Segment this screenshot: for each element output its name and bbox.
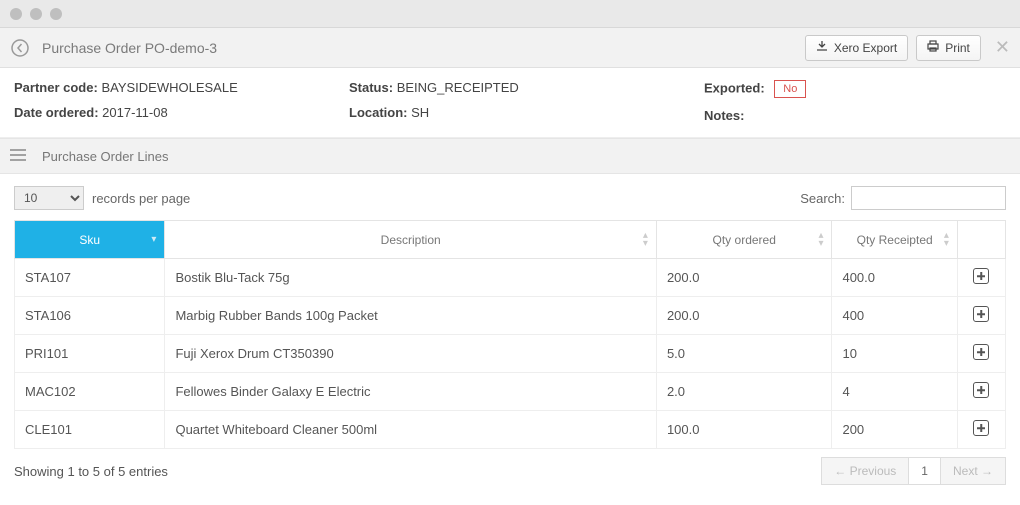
cell-qty-ordered: 5.0 — [656, 335, 832, 373]
value: BAYSIDEWHOLESALE — [101, 80, 237, 95]
next-button[interactable]: Next → — [941, 457, 1006, 485]
print-icon — [927, 40, 939, 55]
title-bar: Purchase Order PO-demo-3 Xero Export Pri… — [0, 28, 1020, 68]
table-controls: 10 records per page Search: — [14, 186, 1006, 210]
cell-sku: MAC102 — [15, 373, 165, 411]
cell-qty-receipted: 400.0 — [832, 259, 957, 297]
table-row: PRI101Fuji Xerox Drum CT3503905.010 — [15, 335, 1006, 373]
menu-icon[interactable] — [10, 149, 28, 164]
button-label: Print — [945, 41, 970, 55]
cell-description: Quartet Whiteboard Cleaner 500ml — [165, 411, 656, 449]
page-title: Purchase Order PO-demo-3 — [42, 40, 797, 56]
window-dot — [50, 8, 62, 20]
cell-sku: STA106 — [15, 297, 165, 335]
label: Date ordered: — [14, 105, 99, 120]
add-icon[interactable] — [973, 382, 989, 398]
window-dot — [10, 8, 22, 20]
xero-export-button[interactable]: Xero Export — [805, 35, 908, 61]
col-header-description[interactable]: Description ▴▾ — [165, 221, 656, 259]
notes-row: Notes: — [704, 108, 1006, 123]
value: BEING_RECEIPTED — [397, 80, 519, 95]
value: 2017-11-08 — [102, 105, 168, 120]
sort-down-icon: ▾ — [151, 236, 156, 244]
table-row: CLE101Quartet Whiteboard Cleaner 500ml10… — [15, 411, 1006, 449]
exported-row: Exported: No — [704, 80, 1006, 98]
table-row: STA107Bostik Blu-Tack 75g200.0400.0 — [15, 259, 1006, 297]
exported-badge: No — [774, 80, 806, 98]
add-icon[interactable] — [973, 344, 989, 360]
label: Notes: — [704, 108, 744, 123]
table-row: MAC102Fellowes Binder Galaxy E Electric2… — [15, 373, 1006, 411]
add-icon[interactable] — [973, 420, 989, 436]
cell-description: Fuji Xerox Drum CT350390 — [165, 335, 656, 373]
cell-qty-ordered: 2.0 — [656, 373, 832, 411]
col-header-qty-ordered[interactable]: Qty ordered ▴▾ — [656, 221, 832, 259]
lines-table: Sku ▾ Description ▴▾ Qty ordered ▴▾ Qty … — [14, 220, 1006, 449]
close-icon[interactable]: ✕ — [995, 37, 1010, 58]
label: Location: — [349, 105, 408, 120]
section-title: Purchase Order Lines — [42, 149, 168, 164]
col-header-sku[interactable]: Sku ▾ — [15, 221, 165, 259]
location-row: Location: SH — [349, 105, 704, 120]
back-icon[interactable] — [10, 38, 30, 58]
cell-qty-receipted: 400 — [832, 297, 957, 335]
sort-icon: ▴▾ — [643, 232, 648, 248]
download-icon — [816, 40, 828, 55]
label: Partner code: — [14, 80, 98, 95]
window-chrome — [0, 0, 1020, 28]
value: SH — [411, 105, 429, 120]
date-ordered-row: Date ordered: 2017-11-08 — [14, 105, 349, 120]
cell-qty-ordered: 200.0 — [656, 259, 832, 297]
cell-qty-ordered: 200.0 — [656, 297, 832, 335]
info-panel: Partner code: BAYSIDEWHOLESALE Date orde… — [0, 68, 1020, 138]
label: Status: — [349, 80, 393, 95]
col-header-actions — [957, 221, 1005, 259]
sort-icon: ▴▾ — [944, 232, 949, 248]
window-dot — [30, 8, 42, 20]
cell-qty-receipted: 4 — [832, 373, 957, 411]
add-icon[interactable] — [973, 306, 989, 322]
cell-qty-ordered: 100.0 — [656, 411, 832, 449]
sort-icon: ▴▾ — [818, 232, 823, 248]
entries-summary: Showing 1 to 5 of 5 entries — [14, 464, 168, 479]
cell-sku: CLE101 — [15, 411, 165, 449]
status-row: Status: BEING_RECEIPTED — [349, 80, 704, 95]
col-header-qty-receipted[interactable]: Qty Receipted ▴▾ — [832, 221, 957, 259]
previous-button[interactable]: ← Previous — [821, 457, 909, 485]
section-header: Purchase Order Lines — [0, 138, 1020, 174]
add-icon[interactable] — [973, 268, 989, 284]
records-label: records per page — [92, 191, 190, 206]
button-label: Xero Export — [834, 41, 897, 55]
cell-qty-receipted: 200 — [832, 411, 957, 449]
search-label: Search: — [800, 191, 845, 206]
cell-sku: PRI101 — [15, 335, 165, 373]
table-row: STA106Marbig Rubber Bands 100g Packet200… — [15, 297, 1006, 335]
cell-description: Bostik Blu-Tack 75g — [165, 259, 656, 297]
partner-code-row: Partner code: BAYSIDEWHOLESALE — [14, 80, 349, 95]
cell-sku: STA107 — [15, 259, 165, 297]
pager: ← Previous 1 Next → — [821, 457, 1006, 485]
page-button-1[interactable]: 1 — [909, 457, 941, 485]
search-input[interactable] — [851, 186, 1006, 210]
cell-description: Marbig Rubber Bands 100g Packet — [165, 297, 656, 335]
label: Exported: — [704, 80, 765, 95]
print-button[interactable]: Print — [916, 35, 981, 61]
cell-description: Fellowes Binder Galaxy E Electric — [165, 373, 656, 411]
records-per-page-select[interactable]: 10 — [14, 186, 84, 210]
table-footer: Showing 1 to 5 of 5 entries ← Previous 1… — [0, 449, 1020, 485]
cell-qty-receipted: 10 — [832, 335, 957, 373]
